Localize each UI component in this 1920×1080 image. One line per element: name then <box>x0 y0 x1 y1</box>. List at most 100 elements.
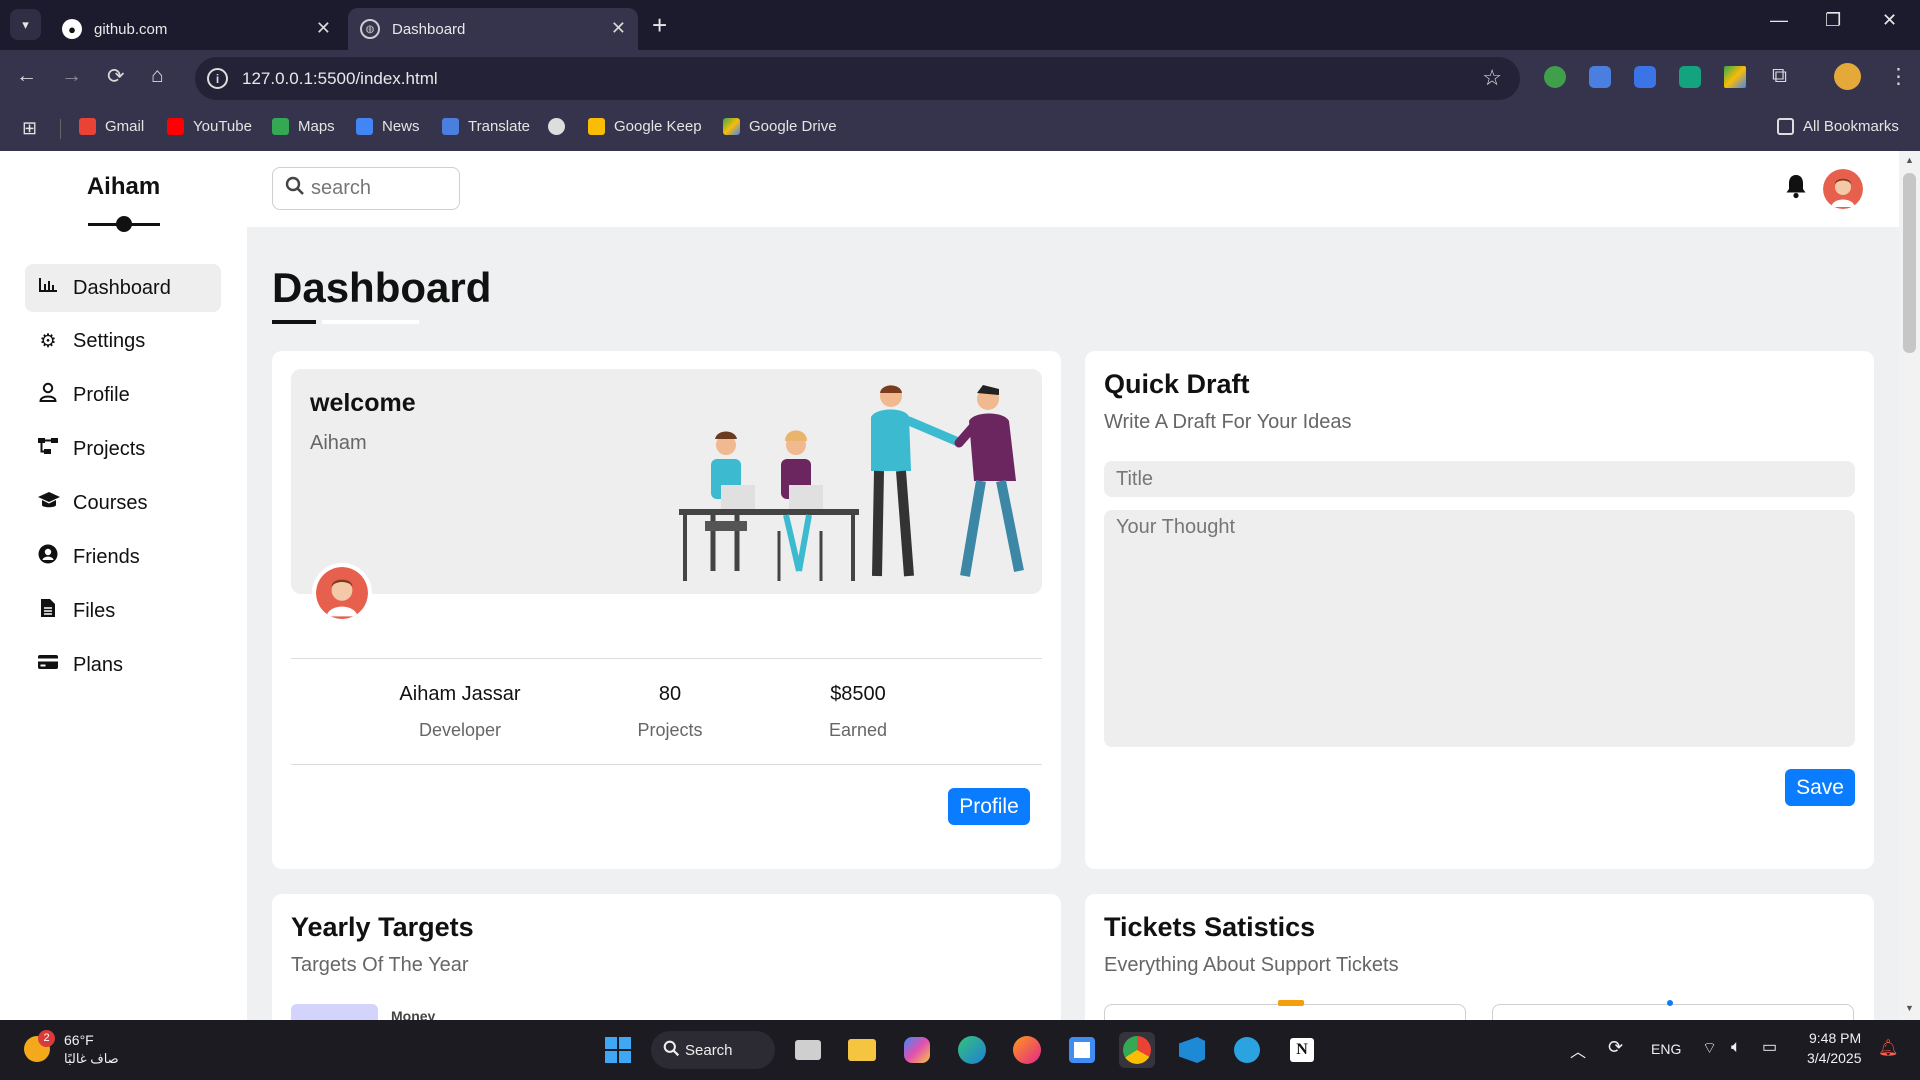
bookmark-translate[interactable]: Translate <box>442 118 530 135</box>
bookmark-google-drive[interactable]: Google Drive <box>723 118 837 135</box>
new-tab-button[interactable]: + <box>652 10 667 41</box>
restore-icon[interactable]: ❐ <box>1825 10 1841 31</box>
scroll-down-icon[interactable]: ▼ <box>1905 1003 1914 1013</box>
user-icon <box>37 382 59 408</box>
bookmark-youtube[interactable]: YouTube <box>167 118 252 135</box>
tickets-card: Tickets Satistics Everything About Suppo… <box>1085 894 1874 1020</box>
bookmark-news[interactable]: News <box>356 118 420 135</box>
battery-icon[interactable]: ▭ <box>1762 1037 1777 1057</box>
apps-grid-icon[interactable]: ⊞ <box>22 118 37 139</box>
sidebar-item-files[interactable]: Files <box>25 587 221 635</box>
volume-icon[interactable]: 🔈︎ <box>1731 1037 1741 1057</box>
draft-body-textarea[interactable]: Your Thought <box>1104 510 1855 747</box>
folder-icon <box>1777 118 1794 135</box>
bookmark-maps[interactable]: Maps <box>272 118 335 135</box>
sidebar-item-friends[interactable]: Friends <box>25 533 221 581</box>
clock-time[interactable]: 9:48 PM <box>1809 1030 1861 1046</box>
sidebar-item-label: Dashboard <box>73 276 171 299</box>
bookmark-google-keep[interactable]: Google Keep <box>588 118 702 135</box>
chrome-icon[interactable] <box>1119 1032 1155 1068</box>
github-icon: ● <box>62 19 82 39</box>
close-window-icon[interactable]: ✕ <box>1882 10 1897 31</box>
network-icon[interactable]: ⌔ <box>1702 1038 1717 1058</box>
bookmark-gmail[interactable]: Gmail <box>79 118 144 135</box>
firefox-icon[interactable] <box>1009 1032 1045 1068</box>
start-windows-icon[interactable] <box>600 1032 636 1068</box>
youtube-icon <box>167 118 184 135</box>
sync-icon[interactable]: ⟳ <box>1608 1037 1623 1058</box>
tickets-subtitle: Everything About Support Tickets <box>1104 954 1399 976</box>
notification-bell-icon[interactable]: 🔔︎ <box>1878 1038 1898 1058</box>
avatar[interactable] <box>1823 169 1863 209</box>
file-explorer-icon[interactable] <box>844 1032 880 1068</box>
scroll-thumb[interactable] <box>1903 173 1916 353</box>
weather-widget[interactable]: 2 66°F صاف غالبًا <box>20 1030 140 1070</box>
reload-icon[interactable]: ⟳ <box>107 64 125 89</box>
google-translate-icon[interactable] <box>1589 66 1611 88</box>
copilot-icon[interactable] <box>899 1032 935 1068</box>
stat-projects: 80 Projects <box>637 683 703 740</box>
sidebar-item-dashboard[interactable]: Dashboard <box>25 264 221 312</box>
back-icon[interactable]: ← <box>16 64 37 88</box>
profile-button[interactable]: Profile <box>948 788 1030 825</box>
task-view-icon[interactable] <box>790 1032 826 1068</box>
gear-icon: ⚙ <box>39 330 57 352</box>
bookmarks-divider <box>60 119 61 139</box>
notion-icon[interactable]: N <box>1284 1032 1320 1068</box>
show-hidden-icons[interactable]: ︿ <box>1570 1038 1586 1062</box>
menu-dots-icon[interactable]: ⋮ <box>1888 64 1909 89</box>
money-target-label: Money <box>391 1008 436 1020</box>
profile-avatar[interactable] <box>1834 63 1861 90</box>
globe-icon: ◍ <box>360 19 380 39</box>
clock-date[interactable]: 3/4/2025 <box>1807 1050 1862 1066</box>
store-icon[interactable] <box>1064 1032 1100 1068</box>
minimize-icon[interactable]: — <box>1770 10 1788 31</box>
tab-dashboard[interactable]: ◍ Dashboard ✕ <box>348 8 638 50</box>
url-text[interactable]: 127.0.0.1:5500/index.html <box>242 69 438 89</box>
tab-github[interactable]: ● github.com ✕ <box>50 8 343 50</box>
page-scrollbar[interactable]: ▲ ▼ <box>1899 151 1920 1020</box>
quick-draft-subtitle: Write A Draft For Your Ideas <box>1104 411 1352 433</box>
title-underline <box>272 320 316 324</box>
sidebar-item-plans[interactable]: Plans <box>25 641 221 689</box>
all-bookmarks[interactable]: All Bookmarks <box>1777 118 1899 135</box>
forward-icon[interactable]: → <box>61 64 82 88</box>
edge-icon[interactable] <box>954 1032 990 1068</box>
diagram-icon <box>37 436 59 462</box>
yearly-targets-subtitle: Targets Of The Year <box>291 954 469 976</box>
sidebar-item-profile[interactable]: Profile <box>25 371 221 419</box>
tab-search-button[interactable]: ▾ <box>10 9 41 40</box>
extension-icon[interactable] <box>1544 66 1566 88</box>
sidebar-item-label: Files <box>73 599 116 622</box>
search-input[interactable]: search <box>272 167 460 210</box>
chatgpt-icon[interactable] <box>1679 66 1701 88</box>
credit-card-icon <box>37 653 59 677</box>
google-drive-icon[interactable] <box>1724 66 1746 88</box>
language-indicator[interactable]: ENG <box>1651 1041 1681 1057</box>
vscode-icon[interactable] <box>1174 1032 1210 1068</box>
extensions-puzzle-icon[interactable]: ⧉ <box>1772 64 1787 88</box>
bookmark-star-icon[interactable]: ☆ <box>1482 65 1502 91</box>
bookmark-globe[interactable] <box>548 118 574 135</box>
address-bar[interactable]: i 127.0.0.1:5500/index.html ☆ <box>195 57 1520 100</box>
sidebar: Aiham Dashboard ⚙ Settings Profile Proje… <box>0 151 247 1020</box>
close-icon[interactable]: ✕ <box>611 18 626 39</box>
sidebar-item-courses[interactable]: Courses <box>25 479 221 527</box>
home-icon[interactable]: ⌂ <box>151 64 164 88</box>
brand-dot <box>116 216 132 232</box>
telegram-icon[interactable] <box>1229 1032 1265 1068</box>
browser-tab-bar: ▾ ● github.com ✕ ◍ Dashboard ✕ + — ❐ ✕ <box>0 0 1920 50</box>
google-keep-icon <box>588 118 605 135</box>
bell-icon[interactable] <box>1785 173 1807 206</box>
draft-title-input[interactable]: Title <box>1104 461 1855 497</box>
close-icon[interactable]: ✕ <box>316 18 331 39</box>
tab-title: github.com <box>94 20 168 38</box>
sidebar-item-settings[interactable]: ⚙ Settings <box>25 317 221 365</box>
translate-extension-icon[interactable] <box>1634 66 1656 88</box>
taskbar-search[interactable]: Search <box>651 1031 775 1069</box>
scroll-up-icon[interactable]: ▲ <box>1905 155 1914 165</box>
site-info-icon[interactable]: i <box>207 68 228 89</box>
sidebar-item-label: Courses <box>73 491 148 514</box>
save-button[interactable]: Save <box>1785 769 1855 806</box>
sidebar-item-projects[interactable]: Projects <box>25 425 221 473</box>
